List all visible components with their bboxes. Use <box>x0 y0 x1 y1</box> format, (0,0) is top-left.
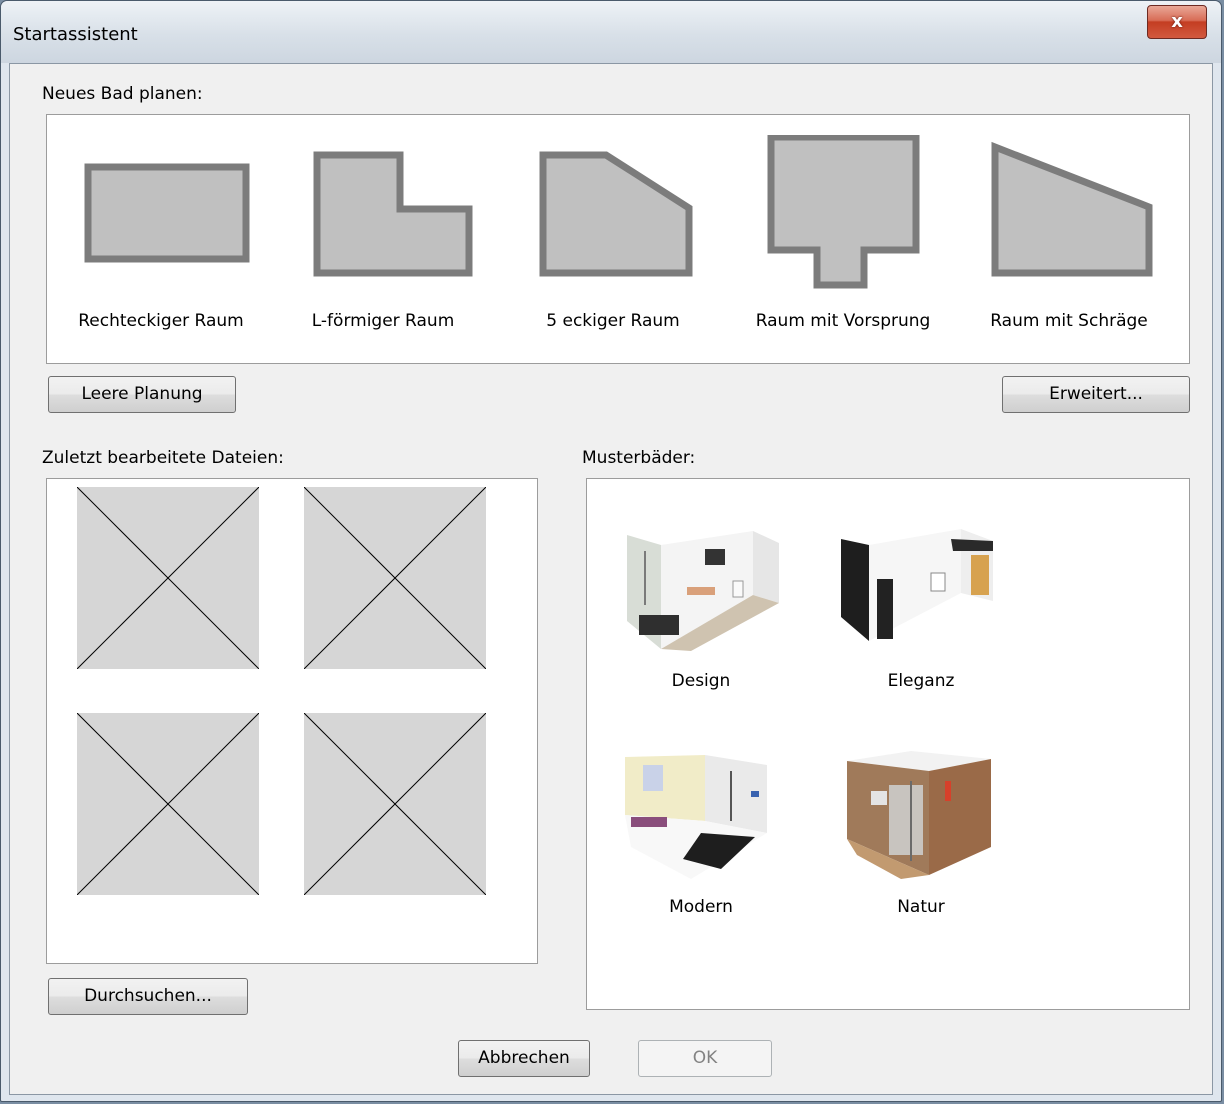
sample-bath-design[interactable]: Design <box>601 525 801 725</box>
sample-bath-label: Design <box>671 671 731 691</box>
advanced-button[interactable]: Erweitert... <box>1002 376 1190 413</box>
recent-file-thumbnail[interactable] <box>77 713 259 895</box>
room-option-slope[interactable]: Raum mit Schräge <box>959 115 1179 355</box>
room-option-label: Raum mit Vorsprung <box>755 311 931 331</box>
new-bath-heading: Neues Bad planen: <box>42 84 203 104</box>
recent-files-heading: Zuletzt bearbeitete Dateien: <box>42 448 284 468</box>
room-with-slope-icon <box>991 141 1153 277</box>
sample-baths-heading: Musterbäder: <box>582 448 696 468</box>
cancel-button[interactable]: Abbrechen <box>458 1040 590 1077</box>
room-option-l-shaped[interactable]: L-förmiger Raum <box>273 115 493 355</box>
recent-file-thumbnail[interactable] <box>304 713 486 895</box>
ok-button[interactable]: OK <box>638 1040 772 1077</box>
rectangle-room-icon <box>84 163 250 263</box>
dialog-body: Neues Bad planen: Rechteckiger Raum L-fö… <box>9 63 1213 1095</box>
sample-bath-label: Eleganz <box>887 671 955 691</box>
room-option-label: Rechteckiger Raum <box>78 311 244 331</box>
dialog-window: Startassistent x Neues Bad planen: Recht… <box>0 0 1222 1102</box>
room-option-pentagon[interactable]: 5 eckiger Raum <box>503 115 723 355</box>
room-option-rectangle[interactable]: Rechteckiger Raum <box>51 115 271 355</box>
room-option-label: L-förmiger Raum <box>311 311 455 331</box>
design-bath-preview-image <box>627 531 779 651</box>
recent-files-panel <box>46 478 538 964</box>
empty-plan-button[interactable]: Leere Planung <box>48 376 236 413</box>
pentagon-room-icon <box>539 151 693 277</box>
modern-bath-preview-image <box>625 755 767 879</box>
natur-bath-preview-image <box>847 751 991 879</box>
room-option-projection[interactable]: Raum mit Vorsprung <box>733 115 953 355</box>
browse-button[interactable]: Durchsuchen... <box>48 978 248 1015</box>
title-bar[interactable]: Startassistent x <box>1 1 1221 63</box>
sample-bath-natur[interactable]: Natur <box>821 751 1021 951</box>
sample-bath-label: Natur <box>897 897 945 917</box>
sample-baths-panel: Design Eleganz Modern Natur <box>586 478 1190 1010</box>
room-option-label: Raum mit Schräge <box>990 311 1148 331</box>
sample-bath-modern[interactable]: Modern <box>601 751 801 951</box>
room-with-projection-icon <box>767 135 920 289</box>
window-title: Startassistent <box>13 24 138 45</box>
recent-file-thumbnail[interactable] <box>304 487 486 669</box>
eleganz-bath-preview-image <box>841 529 993 641</box>
sample-bath-eleganz[interactable]: Eleganz <box>821 525 1021 725</box>
room-option-label: 5 eckiger Raum <box>546 311 680 331</box>
l-shaped-room-icon <box>313 151 473 277</box>
sample-bath-label: Modern <box>669 897 733 917</box>
room-shapes-panel: Rechteckiger Raum L-förmiger Raum 5 ecki… <box>46 114 1190 364</box>
recent-file-thumbnail[interactable] <box>77 487 259 669</box>
close-button[interactable]: x <box>1147 5 1207 39</box>
